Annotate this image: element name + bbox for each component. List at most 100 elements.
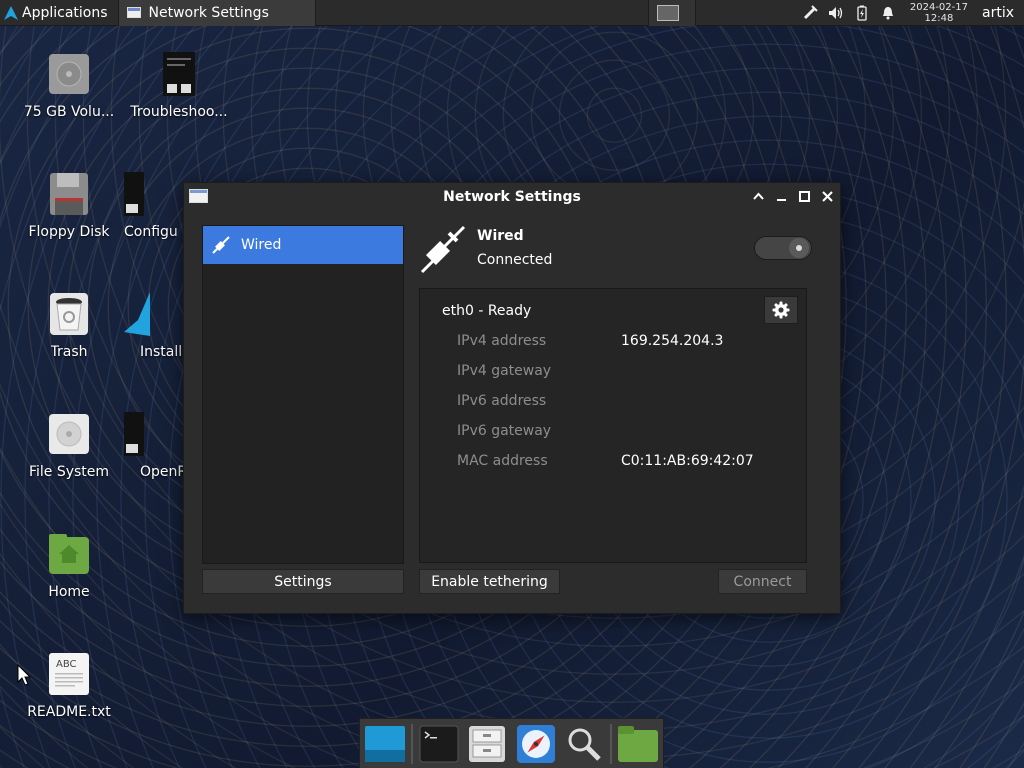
desktop-icon-label: Trash bbox=[50, 344, 88, 360]
artix-install-icon bbox=[124, 292, 150, 336]
connect-button[interactable]: Connect bbox=[718, 569, 807, 594]
maximize-icon bbox=[799, 190, 810, 202]
desktop-icon-openr[interactable]: OpenR bbox=[124, 412, 187, 480]
property-row-mac-address: MAC address C0:11:AB:69:42:07 bbox=[457, 453, 754, 473]
property-key: IPv6 address bbox=[457, 393, 547, 409]
window-titlebar[interactable]: Network Settings bbox=[184, 183, 840, 211]
artix-logo-icon bbox=[4, 5, 18, 20]
dock-file-manager[interactable] bbox=[465, 721, 509, 767]
desktop-icon-label: Troubleshoo... bbox=[130, 104, 228, 120]
property-row-ipv4-address: IPv4 address 169.254.204.3 bbox=[457, 333, 723, 353]
window-icon bbox=[126, 7, 141, 18]
sidebar-item-wired[interactable]: Wired bbox=[203, 226, 403, 264]
system-tray: 2024-02-17 12:48 artix bbox=[794, 0, 1024, 26]
dock-terminal[interactable] bbox=[417, 721, 461, 767]
connection-list: Wired bbox=[202, 225, 404, 564]
dock-search[interactable] bbox=[562, 721, 606, 767]
shade-button[interactable] bbox=[752, 189, 765, 203]
svg-text:ABC: ABC bbox=[56, 659, 77, 670]
gear-icon bbox=[772, 301, 790, 319]
hard-drive-icon bbox=[47, 412, 91, 456]
floppy-disk-icon bbox=[47, 172, 91, 216]
top-panel: Applications Network Settings 2024-02-17… bbox=[0, 0, 1024, 26]
applications-menu-button[interactable]: Applications bbox=[0, 0, 114, 26]
property-key: IPv4 gateway bbox=[457, 363, 552, 379]
property-value: 169.254.204.3 bbox=[621, 333, 724, 349]
home-folder-icon bbox=[47, 532, 91, 576]
chevron-up-icon bbox=[753, 192, 764, 200]
property-row-ipv6-address: IPv6 address bbox=[457, 393, 621, 413]
launcher-shortcut-icon bbox=[124, 172, 144, 216]
desktop-icon-home[interactable]: Home bbox=[14, 532, 124, 600]
desktop-icon-label: 75 GB Volu... bbox=[23, 104, 115, 120]
applications-label: Applications bbox=[22, 4, 108, 21]
connection-state: Connected bbox=[477, 252, 553, 268]
ethernet-plug-icon bbox=[212, 236, 230, 254]
desktop-icon-label: Floppy Disk bbox=[28, 224, 110, 240]
desktop-icon-trash[interactable]: Trash bbox=[14, 292, 124, 360]
desktop-icon-label: README.txt bbox=[27, 704, 111, 720]
minimize-icon bbox=[777, 199, 786, 201]
close-icon bbox=[822, 190, 833, 202]
desktop-icon-label: File System bbox=[28, 464, 110, 480]
toggle-knob bbox=[789, 238, 809, 258]
volume-icon[interactable] bbox=[828, 5, 844, 21]
file-cabinet-icon bbox=[469, 725, 506, 762]
connection-header: Wired Connected bbox=[417, 221, 812, 277]
settings-button[interactable]: Settings bbox=[202, 569, 404, 594]
window-icon bbox=[189, 189, 208, 203]
device-settings-button[interactable] bbox=[764, 296, 798, 324]
desktop-icon-configure[interactable]: Configu bbox=[124, 172, 182, 240]
trash-icon bbox=[47, 292, 91, 336]
dock-web-browser[interactable] bbox=[514, 721, 558, 767]
desktop-icon-volume[interactable]: 75 GB Volu... bbox=[14, 52, 124, 120]
window-title: Network Settings bbox=[443, 189, 581, 205]
clock-time: 12:48 bbox=[924, 12, 954, 24]
mouse-cursor-icon bbox=[17, 664, 31, 686]
desktop-icon-troubleshoot[interactable]: Troubleshoo... bbox=[124, 52, 234, 120]
minimize-button[interactable] bbox=[775, 189, 788, 203]
show-desktop-icon bbox=[365, 725, 406, 762]
device-details-panel: eth0 - Ready IPv4 address 169.254.204.3 … bbox=[419, 288, 807, 563]
maximize-button[interactable] bbox=[798, 189, 811, 203]
dock-show-desktop[interactable] bbox=[363, 721, 407, 767]
desktop-icon-label: OpenR bbox=[140, 464, 188, 480]
terminal-icon bbox=[419, 725, 459, 762]
property-row-ipv6-gateway: IPv6 gateway bbox=[457, 423, 621, 443]
text-file-icon: ABC bbox=[47, 652, 91, 696]
network-settings-window: Network Settings Wired Wired Connected e… bbox=[183, 182, 841, 614]
desktop-icon-install[interactable]: Install bbox=[124, 292, 182, 360]
ethernet-plug-icon bbox=[420, 225, 466, 274]
enable-tethering-button[interactable]: Enable tethering bbox=[419, 569, 560, 594]
property-key: IPv6 gateway bbox=[457, 423, 552, 439]
user-menu[interactable]: artix bbox=[982, 5, 1016, 21]
workspace-1[interactable] bbox=[656, 4, 679, 21]
connection-toggle-switch[interactable] bbox=[754, 236, 812, 260]
desktop-icon-floppy[interactable]: Floppy Disk bbox=[14, 172, 124, 240]
clock-date: 2024-02-17 bbox=[909, 1, 968, 13]
taskbar-network-settings[interactable]: Network Settings bbox=[117, 0, 316, 26]
taskbar-item-label: Network Settings bbox=[148, 4, 269, 21]
close-button[interactable] bbox=[821, 189, 834, 203]
desktop-icon-filesystem[interactable]: File System bbox=[14, 412, 124, 480]
dock-separator bbox=[609, 723, 612, 764]
dock bbox=[359, 718, 664, 768]
desktop-icon-readme[interactable]: ABC README.txt bbox=[14, 652, 124, 720]
sidebar-item-label: Wired bbox=[241, 237, 282, 253]
drive-icon bbox=[47, 52, 91, 96]
window-controls bbox=[752, 189, 834, 203]
device-title: eth0 - Ready bbox=[442, 303, 532, 319]
desktop-icon-label: Configu bbox=[124, 224, 178, 240]
launcher-shortcut-icon bbox=[157, 52, 201, 96]
property-value: C0:11:AB:69:42:07 bbox=[621, 453, 754, 469]
property-row-ipv4-gateway: IPv4 gateway bbox=[457, 363, 621, 383]
network-wired-icon[interactable] bbox=[802, 4, 818, 21]
workspace-switcher[interactable] bbox=[647, 0, 696, 26]
clock[interactable]: 2024-02-17 12:48 bbox=[910, 2, 968, 24]
launcher-shortcut-icon bbox=[124, 412, 144, 456]
dock-home-folder[interactable] bbox=[616, 721, 660, 767]
notifications-bell-icon[interactable] bbox=[880, 5, 896, 21]
dock-separator bbox=[411, 723, 414, 764]
battery-icon[interactable] bbox=[854, 5, 870, 21]
compass-browser-icon bbox=[516, 724, 555, 763]
